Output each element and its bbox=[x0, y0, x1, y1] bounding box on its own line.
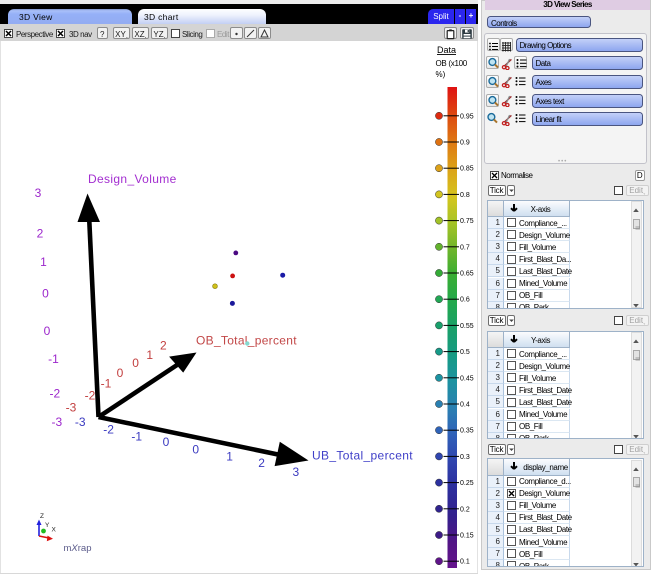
svg-text:0.1: 0.1 bbox=[460, 559, 470, 566]
svg-text:Design_Volume: Design_Volume bbox=[88, 172, 177, 186]
svg-text:3: 3 bbox=[35, 186, 42, 200]
svg-text:-3: -3 bbox=[51, 415, 62, 429]
svg-text:-1: -1 bbox=[48, 352, 59, 366]
svg-text:0: 0 bbox=[117, 366, 124, 380]
svg-text:2: 2 bbox=[37, 227, 44, 241]
svg-text:0.15: 0.15 bbox=[460, 533, 474, 540]
svg-text:0.2: 0.2 bbox=[460, 506, 470, 513]
svg-text:-2: -2 bbox=[49, 387, 60, 401]
svg-text:UB_Total_percent: UB_Total_percent bbox=[312, 449, 413, 463]
svg-text:0.35: 0.35 bbox=[460, 428, 474, 435]
svg-text:-1: -1 bbox=[131, 430, 142, 444]
svg-text:1: 1 bbox=[226, 450, 233, 464]
svg-text:-2: -2 bbox=[85, 389, 96, 403]
svg-text:0.65: 0.65 bbox=[460, 271, 474, 278]
svg-text:2: 2 bbox=[258, 456, 265, 470]
svg-text:Y: Y bbox=[45, 522, 50, 529]
svg-text:0.85: 0.85 bbox=[460, 166, 474, 173]
svg-text:0.8: 0.8 bbox=[460, 192, 470, 199]
svg-text:1: 1 bbox=[40, 255, 47, 269]
svg-text:Data: Data bbox=[437, 45, 456, 55]
svg-text:-2: -2 bbox=[103, 423, 114, 437]
svg-text:-1: -1 bbox=[101, 377, 112, 391]
svg-text:0.95: 0.95 bbox=[460, 113, 474, 120]
svg-text:0.75: 0.75 bbox=[460, 218, 474, 225]
svg-text:-3: -3 bbox=[75, 415, 86, 429]
svg-text:3: 3 bbox=[293, 465, 300, 479]
svg-text:0.45: 0.45 bbox=[460, 375, 474, 382]
svg-text:X: X bbox=[52, 527, 57, 534]
svg-text:mXrap: mXrap bbox=[64, 543, 92, 554]
svg-text:0.6: 0.6 bbox=[460, 297, 470, 304]
svg-text:0.4: 0.4 bbox=[460, 402, 470, 409]
svg-text:0.25: 0.25 bbox=[460, 480, 474, 487]
svg-text:0.9: 0.9 bbox=[460, 140, 470, 147]
svg-text:0.3: 0.3 bbox=[460, 454, 470, 461]
svg-text:0: 0 bbox=[192, 443, 199, 457]
svg-text:0: 0 bbox=[44, 324, 51, 338]
svg-text:0.7: 0.7 bbox=[460, 244, 470, 251]
svg-text:0.55: 0.55 bbox=[460, 323, 474, 330]
svg-text:0: 0 bbox=[132, 356, 139, 370]
svg-text:0: 0 bbox=[163, 435, 170, 449]
svg-text:OB (x100: OB (x100 bbox=[436, 59, 468, 68]
svg-text:Z: Z bbox=[40, 513, 44, 520]
svg-text:2: 2 bbox=[160, 339, 167, 353]
svg-text:1: 1 bbox=[146, 348, 153, 362]
svg-text:0.5: 0.5 bbox=[460, 349, 470, 356]
svg-text:%): %) bbox=[436, 70, 446, 79]
svg-text:0: 0 bbox=[42, 287, 49, 301]
svg-text:-3: -3 bbox=[66, 401, 77, 415]
